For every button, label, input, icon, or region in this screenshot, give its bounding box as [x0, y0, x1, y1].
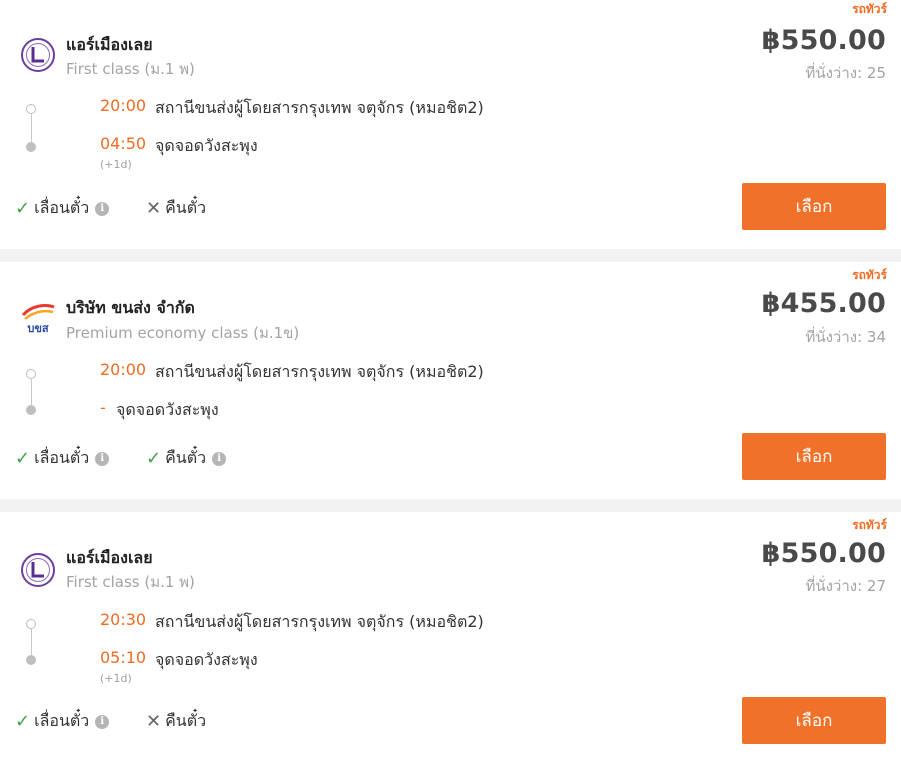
- reschedule-label: เลื่อนตั๋ว: [34, 448, 90, 467]
- route-line: [31, 629, 32, 655]
- info-icon[interactable]: i: [95, 451, 110, 466]
- departure-dot: [26, 104, 36, 114]
- arrival-dot: [26, 405, 36, 415]
- bus-type-tag: รถทัวร์: [852, 518, 887, 532]
- departure-time: 20:00: [100, 96, 147, 115]
- seat-class: First class (ม.1 พ): [66, 573, 195, 591]
- check-icon: ✓: [15, 448, 31, 469]
- cross-icon: ✕: [146, 711, 162, 732]
- arrival-dot: [26, 655, 36, 665]
- departure-time: 20:30: [100, 610, 147, 629]
- price: ฿550.00: [761, 25, 886, 56]
- departure-station: สถานีขนส่งผู้โดยสารกรุงเทพ จตุจักร (หมอช…: [155, 362, 484, 381]
- operator-name: แอร์เมืองเลย: [66, 35, 153, 54]
- trip-card: รถทัวร์ บขส บริษัท ขนส่ง จำกัด Premium e…: [0, 262, 901, 499]
- operator-logo-text: บขส: [27, 322, 49, 335]
- reschedule-policy: ✓ เลื่อนตั๋ว i: [15, 196, 110, 221]
- refund-label: คืนตั๋ว: [165, 711, 207, 730]
- refund-policy: ✕ คืนตั๋ว: [146, 709, 206, 734]
- seats-available: ที่นั่งว่าง: 25: [805, 64, 886, 82]
- next-day-indicator: (+1d): [100, 672, 132, 685]
- refund-label: คืนตั๋ว: [165, 198, 207, 217]
- departure-station: สถานีขนส่งผู้โดยสารกรุงเทพ จตุจักร (หมอช…: [155, 98, 484, 117]
- seat-class: First class (ม.1 พ): [66, 60, 195, 78]
- refund-policy: ✓ คืนตั๋ว i: [146, 446, 227, 471]
- info-icon[interactable]: i: [95, 714, 110, 729]
- bus-type-tag: รถทัวร์: [852, 2, 887, 16]
- trip-card: รถทัวร์ แอร์เมืองเลย First class (ม.1 พ)…: [0, 512, 901, 760]
- departure-dot: [26, 369, 36, 379]
- operator-logo: [21, 553, 55, 587]
- operator-logo: บขส: [21, 304, 55, 335]
- arrival-station: จุดจอดวังสะพุง: [155, 136, 258, 155]
- operator-name: บริษัท ขนส่ง จำกัด: [66, 298, 195, 317]
- arrival-time: 05:10: [100, 648, 147, 667]
- seat-class: Premium economy class (ม.1ข): [66, 324, 300, 342]
- route-line: [31, 379, 32, 405]
- select-button[interactable]: เลือก: [742, 697, 886, 744]
- select-button[interactable]: เลือก: [742, 433, 886, 480]
- refund-policy: ✕ คืนตั๋ว: [146, 196, 206, 221]
- reschedule-policy: ✓ เลื่อนตั๋ว i: [15, 709, 110, 734]
- reschedule-label: เลื่อนตั๋ว: [34, 198, 90, 217]
- departure-station: สถานีขนส่งผู้โดยสารกรุงเทพ จตุจักร (หมอช…: [155, 612, 484, 631]
- price: ฿550.00: [761, 538, 886, 569]
- price: ฿455.00: [761, 288, 886, 319]
- check-icon: ✓: [146, 448, 162, 469]
- info-icon[interactable]: i: [95, 201, 110, 216]
- arrival-station: จุดจอดวังสะพุง: [116, 400, 219, 419]
- reschedule-policy: ✓ เลื่อนตั๋ว i: [15, 446, 110, 471]
- arrival-time: 04:50: [100, 134, 147, 153]
- departure-dot: [26, 619, 36, 629]
- next-day-indicator: (+1d): [100, 158, 132, 171]
- seats-available: ที่นั่งว่าง: 27: [805, 577, 886, 595]
- select-button[interactable]: เลือก: [742, 183, 886, 230]
- check-icon: ✓: [15, 711, 31, 732]
- arrival-dot: [26, 142, 36, 152]
- reschedule-label: เลื่อนตั๋ว: [34, 711, 90, 730]
- route-line: [31, 114, 32, 142]
- operator-logo: [21, 38, 55, 72]
- trip-card: รถทัวร์ แอร์เมืองเลย First class (ม.1 พ)…: [0, 0, 901, 249]
- check-icon: ✓: [15, 198, 31, 219]
- departure-time: 20:00: [100, 360, 147, 379]
- refund-label: คืนตั๋ว: [165, 448, 207, 467]
- operator-name: แอร์เมืองเลย: [66, 548, 153, 567]
- seats-available: ที่นั่งว่าง: 34: [805, 328, 886, 346]
- info-icon[interactable]: i: [212, 451, 227, 466]
- arrival-station: จุดจอดวังสะพุง: [155, 650, 258, 669]
- bus-type-tag: รถทัวร์: [852, 268, 887, 282]
- cross-icon: ✕: [146, 198, 162, 219]
